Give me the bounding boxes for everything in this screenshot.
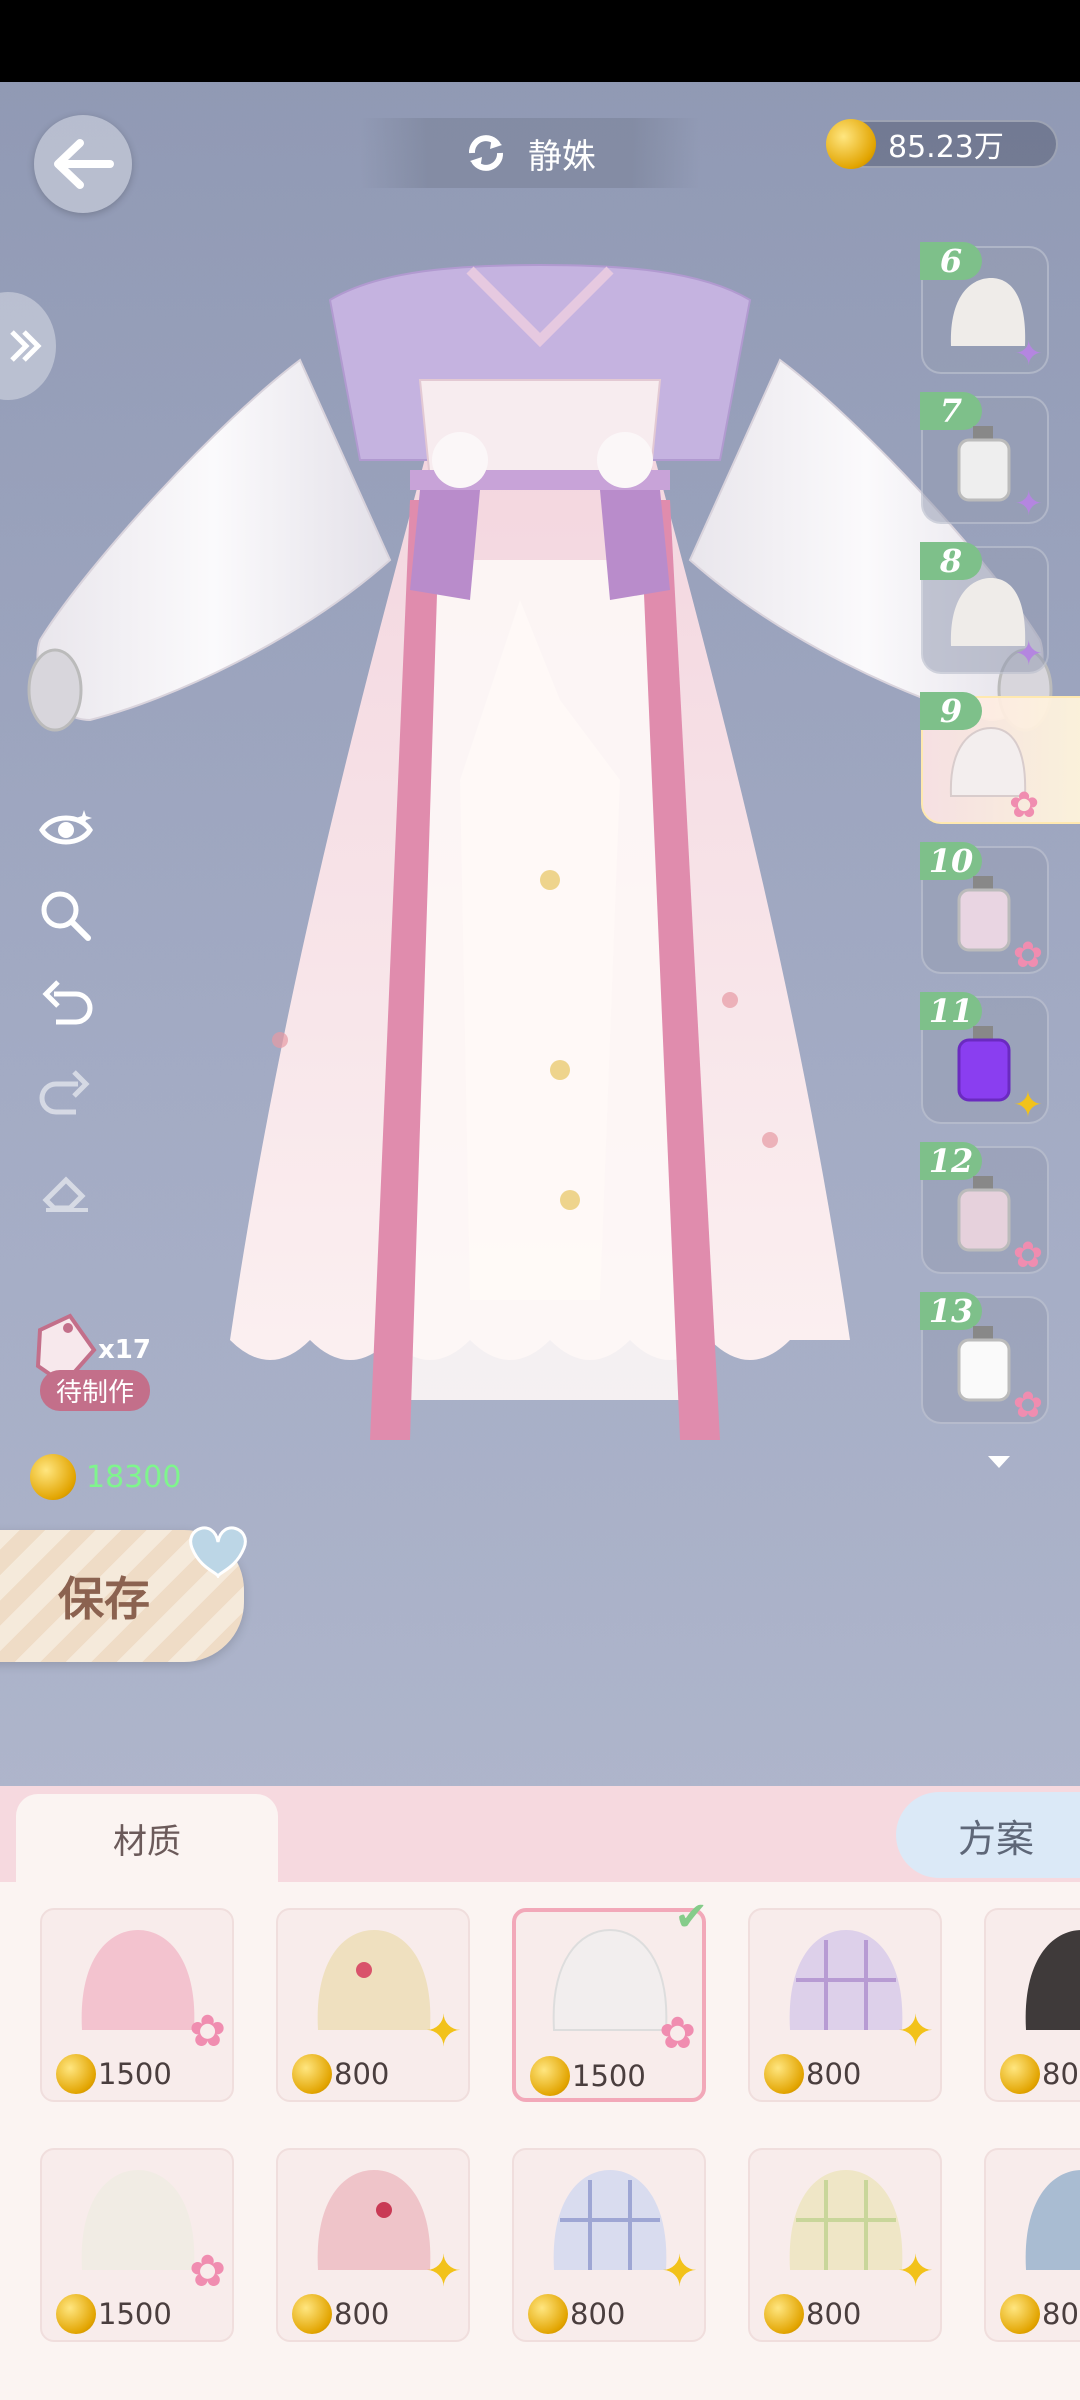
price: 1500 — [530, 2056, 646, 2096]
coin-icon — [56, 2294, 96, 2334]
rarity-flower-icon: ✿ — [189, 2246, 226, 2297]
layer-slot-13[interactable]: 13 ✿ — [920, 1292, 1049, 1426]
check-icon: ✔ — [674, 1894, 708, 1940]
price-value: 80 — [1042, 2297, 1079, 2331]
coin-balance-value: 85.23万 — [888, 130, 1004, 165]
rarity-flower-icon: ✿ — [1012, 935, 1043, 976]
coin-balance[interactable]: 85.23万 — [826, 119, 1058, 169]
coin-icon — [30, 1454, 76, 1500]
material-card[interactable]: 80 — [984, 2148, 1080, 2342]
price-value: 1500 — [98, 2297, 172, 2331]
coin-icon — [528, 2294, 568, 2334]
tab-plan[interactable]: 方案 — [896, 1792, 1080, 1878]
undo-icon[interactable] — [36, 972, 96, 1032]
price: 80 — [1000, 2294, 1079, 2334]
ribbon-decor-icon — [189, 1526, 247, 1578]
rarity-flower-icon: ✿ — [189, 2006, 226, 2057]
price-value: 800 — [334, 2297, 390, 2331]
layer-slot-10[interactable]: 10 ✿ — [920, 842, 1049, 976]
material-card[interactable]: ✦ 800 — [748, 1908, 942, 2102]
coin-icon — [826, 119, 876, 169]
coin-icon — [764, 2054, 804, 2094]
tab-material[interactable]: 材质 — [16, 1794, 278, 1882]
price: 800 — [292, 2054, 389, 2094]
rarity-star-icon: ✦ — [1014, 484, 1044, 524]
zoom-icon[interactable] — [36, 886, 96, 946]
coin-icon — [292, 2054, 332, 2094]
eraser-icon[interactable] — [36, 1160, 96, 1220]
rarity-star-icon: ✦ — [897, 2246, 934, 2297]
rarity-flower-icon: ✿ — [659, 2008, 696, 2059]
save-label: 保存 — [58, 1572, 150, 1626]
rarity-star-icon: ✦ — [1014, 634, 1044, 674]
rarity-flower-icon: ✿ — [1009, 785, 1040, 826]
price-value: 1500 — [98, 2057, 172, 2091]
rarity-star-icon: ✦ — [1014, 334, 1044, 374]
outfit-title: 静姝 — [528, 136, 596, 177]
material-card[interactable]: ✿ 1500 — [40, 1908, 234, 2102]
chevron-down-icon[interactable] — [988, 1456, 1010, 1468]
material-card[interactable]: 80 — [984, 1908, 1080, 2102]
redo-icon[interactable] — [36, 1062, 96, 1122]
rarity-star-icon: ✦ — [425, 2246, 462, 2297]
layer-slot-9[interactable]: 9 ✿ — [920, 692, 1080, 826]
rarity-flower-icon: ✿ — [1012, 1235, 1043, 1276]
price: 1500 — [56, 2054, 172, 2094]
coin-icon — [56, 2054, 96, 2094]
rarity-star-icon: ✦ — [1012, 1085, 1043, 1126]
layer-slot-8[interactable]: 8 ✦ — [920, 542, 1049, 674]
layer-slot-12[interactable]: 12 ✿ — [920, 1142, 1049, 1276]
back-button[interactable] — [34, 115, 132, 213]
price: 800 — [528, 2294, 625, 2334]
craft-label: 待制作 — [40, 1370, 151, 1411]
price-value: 80 — [1042, 2057, 1079, 2091]
price: 80 — [1000, 2054, 1079, 2094]
rarity-flower-icon: ✿ — [1012, 1385, 1043, 1426]
material-card[interactable]: ✦ 800 — [512, 2148, 706, 2342]
coin-icon — [1000, 2054, 1040, 2094]
layer-slot-11[interactable]: 11 ✦ — [920, 992, 1049, 1126]
material-card[interactable]: ✿ 1500 — [40, 2148, 234, 2342]
layer-slot-7[interactable]: 7 ✦ — [920, 392, 1049, 524]
coin-icon — [764, 2294, 804, 2334]
price: 800 — [764, 2294, 861, 2334]
layer-rail[interactable]: 6 ✦ 7 ✦ 8 ✦ 9 ✿ 10 ✿ 11 ✦ 12 ✿ 13 ✿ — [918, 240, 1080, 1450]
price: 800 — [764, 2054, 861, 2094]
material-card[interactable]: ✦ 800 — [748, 2148, 942, 2342]
refresh-icon[interactable] — [464, 131, 508, 175]
material-card[interactable]: ✿ ✔ 1500 — [512, 1894, 708, 2102]
price-value: 800 — [806, 2057, 862, 2091]
rarity-star-icon: ✦ — [661, 2246, 698, 2297]
coin-icon — [530, 2056, 570, 2096]
layer-slot-6[interactable]: 6 ✦ — [920, 242, 1049, 374]
price: 1500 — [56, 2294, 172, 2334]
fabric-swatch-icon — [1025, 2170, 1080, 2270]
material-panel: 材质 方案 ✿ 1500 ✦ 800 ✿ ✔ 1500 ✦ 800 80 ✿ 1… — [0, 1786, 1080, 2400]
back-arrow-icon — [54, 139, 114, 189]
coin-icon — [1000, 2294, 1040, 2334]
price-value: 800 — [570, 2297, 626, 2331]
craft-count: x17 — [98, 1335, 151, 1365]
price-value: 800 — [806, 2297, 862, 2331]
outfit-title-bar[interactable]: 静姝 — [360, 118, 700, 188]
total-cost-value: 18300 — [86, 1459, 182, 1495]
fabric-swatch-icon — [1025, 1930, 1080, 2030]
rarity-star-icon: ✦ — [897, 2006, 934, 2057]
price-value: 800 — [334, 2057, 390, 2091]
material-card[interactable]: ✦ 800 — [276, 1908, 470, 2102]
save-button[interactable]: 保存 — [0, 1526, 247, 1662]
double-chevron-icon — [10, 330, 42, 362]
material-card[interactable]: ✦ 800 — [276, 2148, 470, 2342]
price-value: 1500 — [572, 2059, 646, 2093]
craft-queue[interactable]: x17 待制作 — [30, 1310, 160, 1411]
price: 800 — [292, 2294, 389, 2334]
coin-icon — [292, 2294, 332, 2334]
rarity-star-icon: ✦ — [425, 2006, 462, 2057]
total-cost: 18300 — [30, 1454, 181, 1500]
eye-icon[interactable] — [36, 800, 96, 860]
